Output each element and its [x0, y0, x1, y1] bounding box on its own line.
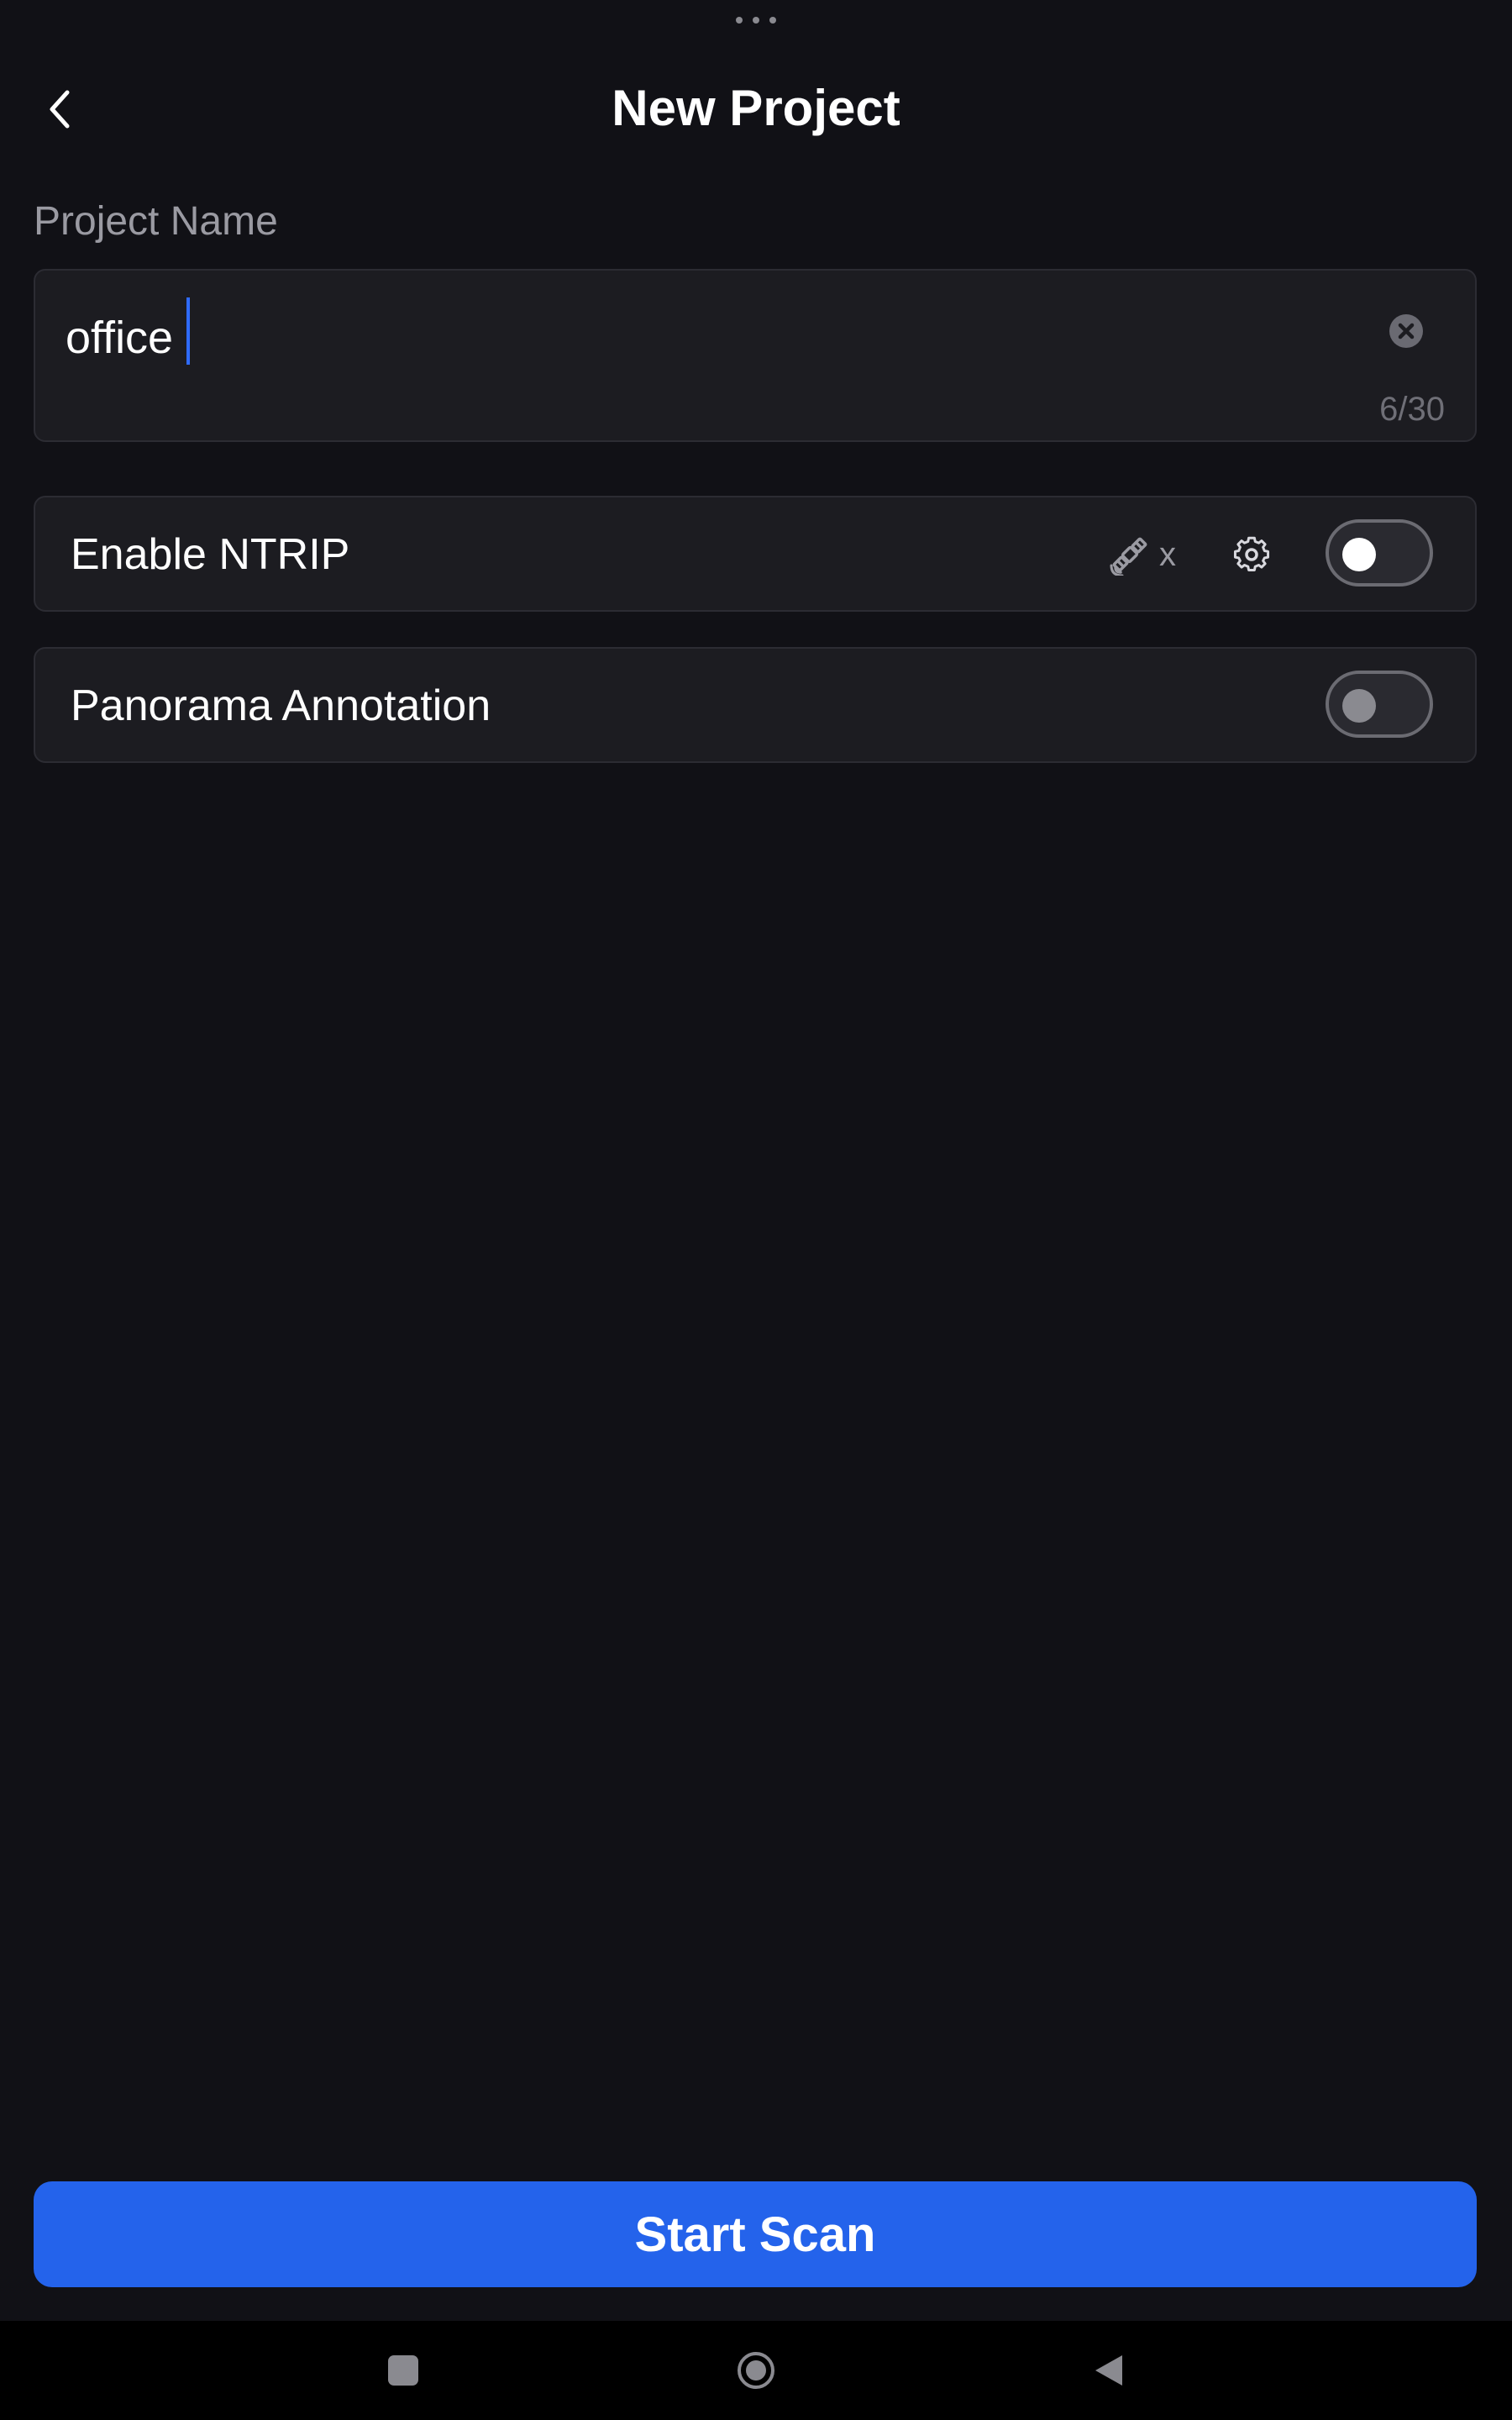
project-name-input[interactable] — [66, 304, 1326, 371]
ntrip-toggle[interactable] — [1326, 519, 1433, 587]
satellite-status: x — [1109, 529, 1176, 580]
drag-dot — [736, 17, 743, 24]
toggle-knob — [1342, 689, 1376, 723]
home-button[interactable] — [727, 2341, 785, 2400]
recents-button[interactable] — [374, 2341, 433, 2400]
satellite-icon — [1110, 537, 1147, 576]
ntrip-label: Enable NTRIP — [71, 530, 350, 579]
panorama-label: Panorama Annotation — [71, 681, 491, 730]
text-cursor — [186, 297, 190, 365]
panorama-row: Panorama Annotation — [34, 647, 1477, 763]
back-triangle-icon — [1095, 2355, 1122, 2386]
system-navigation-bar — [0, 2321, 1512, 2420]
project-name-label: Project Name — [34, 199, 278, 244]
character-counter: 6/30 — [1379, 391, 1445, 428]
system-back-button[interactable] — [1079, 2341, 1138, 2400]
new-project-screen: New Project Project Name 6/30 Enable NTR… — [0, 0, 1512, 2420]
drag-dot — [769, 17, 776, 24]
project-name-field[interactable]: 6/30 — [34, 269, 1477, 442]
ntrip-row: Enable NTRIP x — [34, 496, 1477, 612]
gear-icon[interactable] — [1226, 529, 1277, 580]
satellite-status-text: x — [1159, 535, 1176, 573]
header: New Project — [0, 67, 1512, 151]
home-icon — [738, 2352, 774, 2389]
page-title: New Project — [612, 80, 900, 136]
recents-icon — [388, 2355, 418, 2386]
drag-dot — [753, 17, 759, 24]
panorama-toggle[interactable] — [1326, 671, 1433, 738]
toggle-knob — [1342, 538, 1376, 571]
clear-circle-icon[interactable] — [1388, 313, 1425, 350]
drag-handle[interactable] — [736, 17, 776, 24]
start-scan-button[interactable]: Start Scan — [34, 2181, 1477, 2287]
